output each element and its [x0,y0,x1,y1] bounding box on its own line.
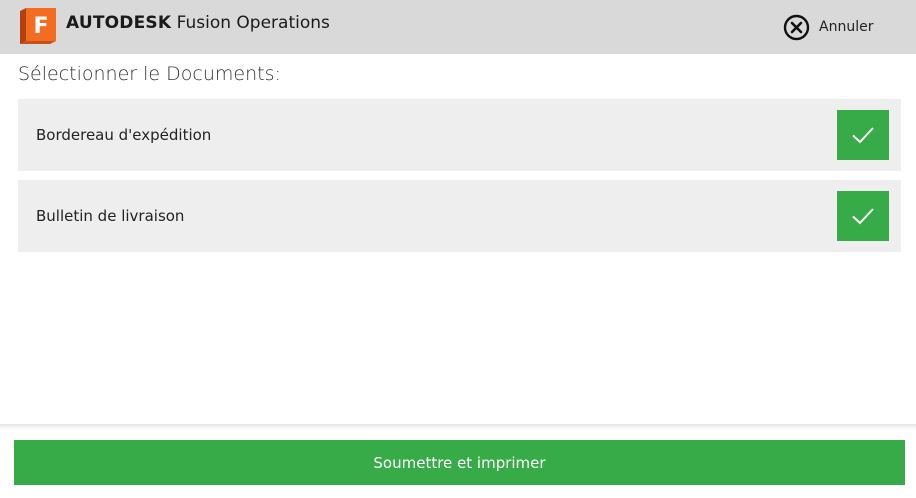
cancel-button[interactable]: Annuler [783,14,873,40]
fusion-logo-icon: F [20,8,56,44]
svg-text:F: F [33,14,48,39]
document-row-bulletin[interactable]: Bulletin de livraison [18,180,901,252]
document-label: Bordereau d'expédition [36,126,212,144]
page-title: Sélectionner le Documents: [18,63,281,85]
brand-product: Fusion Operations [171,13,330,33]
submit-and-print-button[interactable]: Soumettre et imprimer [14,440,905,485]
brand-name: AUTODESK Fusion Operations [66,13,330,33]
document-checkbox[interactable] [837,191,889,241]
footer-divider [0,424,916,430]
document-row-bordereau[interactable]: Bordereau d'expédition [18,99,901,171]
brand-autodesk: AUTODESK [66,13,172,33]
close-circle-icon [783,14,810,40]
document-label: Bulletin de livraison [36,207,185,225]
checkmark-icon [852,208,874,225]
document-checkbox[interactable] [837,110,889,160]
checkmark-icon [852,127,874,144]
cancel-label: Annuler [819,19,874,35]
app-header: F AUTODESK Fusion Operations Annuler [0,0,916,54]
